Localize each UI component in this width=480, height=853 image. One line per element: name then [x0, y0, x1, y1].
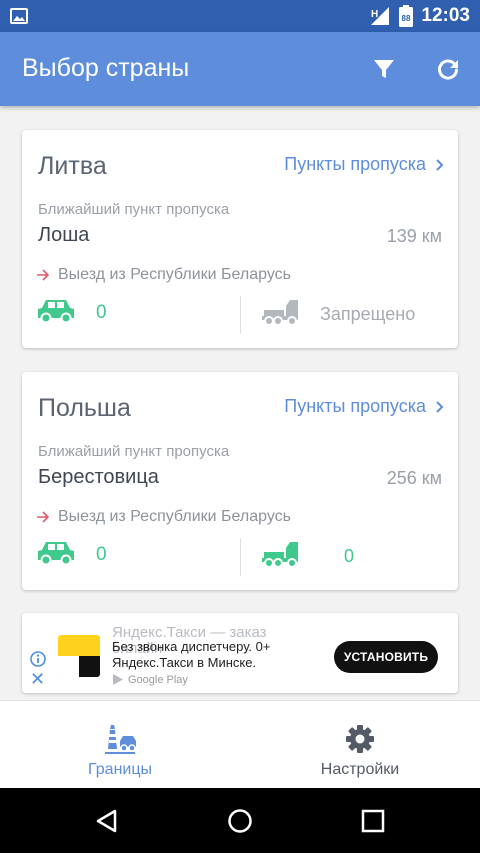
country-card-lithuania[interactable]: Литва Пункты пропуска Ближайший пункт пр… — [22, 130, 458, 348]
car-queue-count: 0 — [96, 544, 107, 565]
refresh-button[interactable] — [434, 55, 462, 83]
car-icon — [38, 300, 74, 324]
install-button[interactable]: УСТАНОВИТЬ — [334, 641, 438, 673]
filter-button[interactable] — [370, 55, 398, 83]
store-badge: Google Play — [112, 673, 188, 686]
battery-icon: 88 — [399, 5, 414, 27]
country-name: Литва — [38, 152, 107, 180]
ad-close-icon[interactable]: ✕ — [30, 670, 45, 688]
google-play-icon — [113, 674, 123, 685]
status-bar: H 88 12:03 — [0, 0, 480, 32]
checkpoint-name: Лоша — [38, 224, 90, 246]
nearest-checkpoint-label: Ближайший пункт пропуска — [38, 443, 230, 460]
chevron-right-icon — [436, 158, 444, 171]
signal-icon: H — [371, 7, 390, 25]
arrow-right-icon — [37, 269, 50, 281]
clock: 12:03 — [421, 5, 470, 26]
country-name: Польша — [38, 394, 131, 422]
ad-description: Без звонка диспетчеру. 0+ Яндекс.Такси в… — [112, 639, 271, 670]
refresh-icon — [438, 59, 458, 80]
svg-text:H: H — [371, 9, 378, 20]
checkpoints-link-label: Пункты пропуска — [284, 154, 426, 174]
checkpoint-name: Берестовица — [38, 466, 159, 488]
ad-banner[interactable]: ✕ Яндекс.Такси — заказ онлайн Без звонка… — [22, 613, 458, 693]
recent-apps-icon[interactable] — [361, 809, 385, 833]
border-lighthouse-icon — [105, 725, 136, 754]
direction-label: Выезд из Республики Беларусь — [58, 508, 291, 525]
svg-text:88: 88 — [402, 14, 411, 23]
tab-settings[interactable]: Настройки — [240, 701, 480, 789]
back-icon[interactable] — [94, 808, 120, 834]
app-bar: Выбор страны — [0, 32, 480, 106]
tab-borders[interactable]: Границы — [0, 701, 240, 789]
direction-row: Выезд из Республики Беларусь — [36, 508, 291, 526]
yandex-taxi-logo — [58, 635, 100, 677]
checkpoints-link[interactable]: Пункты пропуска — [284, 396, 444, 417]
divider — [240, 296, 241, 334]
country-card-poland[interactable]: Польша Пункты пропуска Ближайший пункт п… — [22, 372, 458, 590]
system-navigation-bar — [0, 788, 480, 853]
image-notification-icon — [10, 8, 28, 24]
truck-queue-status: Запрещено — [320, 304, 416, 324]
tab-settings-label: Настройки — [320, 761, 400, 778]
checkpoints-link-label: Пункты пропуска — [284, 396, 426, 416]
truck-queue-count: 0 — [344, 546, 355, 566]
truck-icon — [262, 300, 298, 326]
direction-label: Выезд из Республики Беларусь — [58, 266, 291, 283]
filter-icon — [374, 60, 394, 78]
ad-info-icon[interactable] — [30, 651, 46, 667]
checkpoint-distance: 256 км — [386, 468, 442, 488]
truck-icon — [262, 542, 298, 568]
store-label: Google Play — [128, 673, 188, 686]
car-queue-count: 0 — [96, 302, 107, 323]
page-title: Выбор страны — [22, 54, 190, 82]
arrow-right-icon — [37, 511, 50, 523]
chevron-right-icon — [436, 400, 444, 413]
gear-icon — [346, 725, 374, 753]
bottom-navigation: Границы Настройки — [0, 700, 480, 788]
checkpoints-link[interactable]: Пункты пропуска — [284, 154, 444, 175]
nearest-checkpoint-label: Ближайший пункт пропуска — [38, 201, 230, 218]
direction-row: Выезд из Республики Беларусь — [36, 266, 291, 284]
tab-borders-label: Границы — [88, 761, 152, 778]
home-icon[interactable] — [227, 808, 253, 834]
checkpoint-distance: 139 км — [386, 226, 442, 246]
divider — [240, 538, 241, 576]
car-icon — [38, 542, 74, 566]
